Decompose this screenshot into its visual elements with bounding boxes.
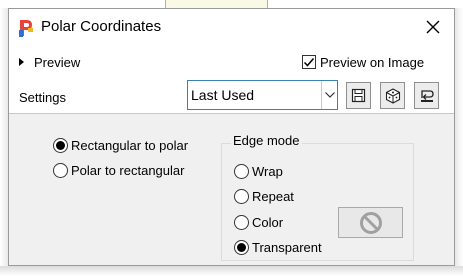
reset-button[interactable] bbox=[414, 82, 439, 109]
preview-on-image-checkbox[interactable]: Preview on Image bbox=[302, 53, 424, 71]
title-bar: Polar Coordinates bbox=[9, 9, 454, 45]
radio-circle bbox=[53, 137, 68, 153]
checkmark-icon bbox=[303, 58, 315, 67]
close-button[interactable] bbox=[418, 13, 448, 41]
window-title: Polar Coordinates bbox=[41, 18, 162, 35]
edge-mode-title: Edge mode bbox=[231, 133, 302, 148]
preview-on-image-label: Preview on Image bbox=[320, 54, 425, 70]
randomize-button[interactable] bbox=[380, 82, 405, 109]
radio-circle bbox=[234, 214, 249, 230]
save-preset-button[interactable] bbox=[346, 82, 371, 109]
radio-edge-wrap[interactable]: Wrap bbox=[234, 162, 283, 180]
app-logo-icon bbox=[17, 18, 35, 38]
expand-triangle-icon bbox=[19, 58, 24, 66]
close-icon bbox=[426, 20, 440, 34]
no-color-icon bbox=[359, 211, 382, 234]
radio-rectangular-to-polar[interactable]: Rectangular to polar bbox=[53, 136, 188, 154]
window-shadow-left bbox=[0, 8, 8, 276]
chevron-down-icon bbox=[321, 81, 337, 109]
radio-dot bbox=[237, 242, 246, 252]
radio-label: Color bbox=[252, 214, 284, 230]
radio-dot bbox=[56, 140, 65, 150]
radio-edge-repeat[interactable]: Repeat bbox=[234, 187, 294, 205]
polar-coordinates-dialog: Polar Coordinates Preview Preview on Ima… bbox=[8, 8, 455, 266]
radio-polar-to-rectangular[interactable]: Polar to rectangular bbox=[53, 161, 184, 179]
window-shadow-right bbox=[455, 8, 463, 276]
settings-label: Settings bbox=[19, 90, 66, 105]
checkbox-box bbox=[302, 55, 316, 69]
radio-label: Transparent bbox=[252, 239, 322, 255]
radio-label: Polar to rectangular bbox=[71, 162, 185, 178]
preview-expander[interactable]: Preview bbox=[19, 53, 80, 71]
radio-circle bbox=[234, 188, 249, 204]
preview-label: Preview bbox=[34, 54, 81, 70]
save-preset-icon bbox=[351, 88, 366, 103]
settings-panel: Rectangular to polar Polar to rectangula… bbox=[9, 113, 454, 265]
radio-edge-color[interactable]: Color bbox=[234, 213, 283, 231]
radio-circle bbox=[53, 162, 68, 178]
radio-circle bbox=[234, 239, 249, 255]
reset-icon bbox=[420, 89, 434, 102]
radio-label: Wrap bbox=[252, 163, 283, 179]
radio-edge-transparent[interactable]: Transparent bbox=[234, 238, 322, 256]
preset-dropdown[interactable]: Last Used bbox=[187, 80, 338, 110]
radio-label: Rectangular to polar bbox=[71, 137, 189, 153]
preset-value: Last Used bbox=[191, 87, 255, 103]
radio-label: Repeat bbox=[252, 188, 294, 204]
randomize-icon bbox=[385, 87, 400, 104]
edge-color-swatch[interactable] bbox=[338, 207, 403, 238]
window-shadow-bottom bbox=[0, 266, 463, 276]
radio-circle bbox=[234, 163, 249, 179]
